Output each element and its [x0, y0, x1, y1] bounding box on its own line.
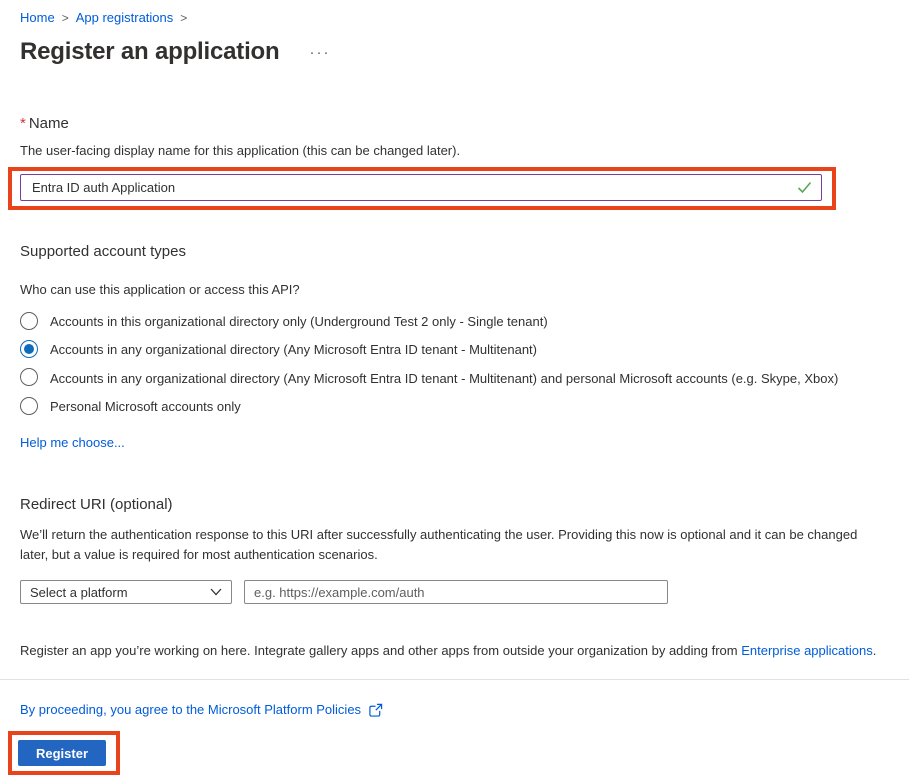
- divider: [0, 679, 909, 680]
- help-me-choose-link[interactable]: Help me choose...: [20, 435, 125, 450]
- account-types-radio-group: Accounts in this organizational director…: [20, 312, 889, 416]
- page-content: Home > App registrations > Register an a…: [0, 0, 909, 775]
- redirect-uri-controls: Select a platform: [20, 580, 889, 604]
- radio-option-multitenant[interactable]: Accounts in any organizational directory…: [20, 340, 889, 359]
- platform-select-value: Select a platform: [30, 585, 128, 600]
- platform-policies-link-text: By proceeding, you agree to the Microsof…: [20, 702, 361, 717]
- radio-option-label: Accounts in this organizational director…: [50, 312, 548, 331]
- breadcrumb: Home > App registrations >: [20, 10, 889, 25]
- name-field-description: The user-facing display name for this ap…: [20, 143, 889, 158]
- name-label-text: Name: [29, 115, 69, 132]
- radio-option-single-tenant[interactable]: Accounts in this organizational director…: [20, 312, 889, 331]
- redirect-uri-description: We’ll return the authentication response…: [20, 525, 889, 565]
- redirect-uri-heading: Redirect URI (optional): [20, 496, 889, 513]
- name-field-label: *Name: [20, 115, 889, 132]
- breadcrumb-app-registrations[interactable]: App registrations: [76, 10, 174, 25]
- radio-option-multitenant-personal[interactable]: Accounts in any organizational directory…: [20, 368, 889, 388]
- name-input-field[interactable]: [30, 179, 797, 196]
- annotation-box-register: Register: [8, 731, 120, 775]
- radio-option-label: Personal Microsoft accounts only: [50, 397, 241, 416]
- platform-policies-link[interactable]: By proceeding, you agree to the Microsof…: [20, 702, 383, 717]
- radio-option-label: Accounts in any organizational directory…: [50, 368, 838, 388]
- annotation-box-name: [8, 167, 836, 210]
- radio-icon: [20, 368, 38, 386]
- radio-icon: [20, 340, 38, 358]
- chevron-down-icon: [210, 588, 222, 596]
- external-link-icon: [368, 703, 383, 717]
- required-asterisk: *: [20, 115, 26, 132]
- checkmark-icon: [797, 181, 812, 194]
- supported-account-types-heading: Supported account types: [20, 243, 889, 260]
- enterprise-applications-link[interactable]: Enterprise applications: [741, 643, 873, 658]
- title-row: Register an application ···: [20, 38, 889, 66]
- register-button[interactable]: Register: [18, 740, 106, 766]
- name-input[interactable]: [20, 174, 822, 201]
- radio-icon: [20, 397, 38, 415]
- redirect-uri-input[interactable]: [244, 580, 668, 604]
- more-menu-icon[interactable]: ···: [309, 45, 330, 60]
- page-title: Register an application: [20, 38, 279, 66]
- enterprise-note-text: Register an app you’re working on here. …: [20, 643, 741, 658]
- enterprise-note-suffix: .: [873, 643, 877, 658]
- breadcrumb-separator-icon: >: [180, 11, 187, 25]
- breadcrumb-separator-icon: >: [62, 11, 69, 25]
- radio-option-label: Accounts in any organizational directory…: [50, 340, 537, 359]
- enterprise-note: Register an app you’re working on here. …: [20, 643, 889, 658]
- account-types-question: Who can use this application or access t…: [20, 282, 889, 297]
- radio-option-personal-only[interactable]: Personal Microsoft accounts only: [20, 397, 889, 416]
- platform-select[interactable]: Select a platform: [20, 580, 232, 604]
- breadcrumb-home[interactable]: Home: [20, 10, 55, 25]
- radio-icon: [20, 312, 38, 330]
